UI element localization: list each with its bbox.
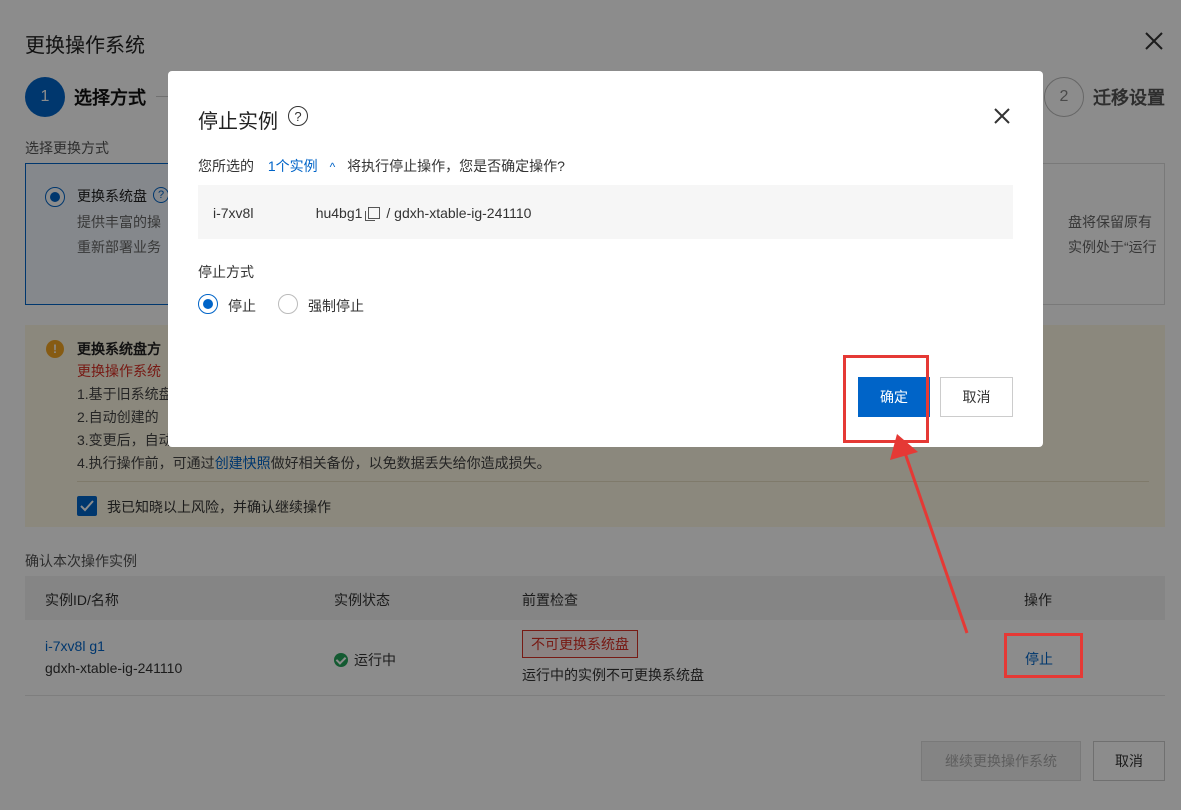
message-pre: 您所选的 bbox=[198, 158, 254, 174]
instance-info: i-7xv8l hu4bg1 / gdxh-xtable-ig-241110 bbox=[213, 205, 531, 221]
instance-count-toggle[interactable]: 1个实例 bbox=[268, 158, 318, 174]
force-stop-radio[interactable] bbox=[278, 294, 298, 314]
copy-icon[interactable] bbox=[365, 207, 381, 221]
help-icon[interactable]: ? bbox=[288, 106, 308, 126]
dialog-cancel-button[interactable]: 取消 bbox=[940, 377, 1013, 417]
message-post: 将执行停止操作，您是否确定操作? bbox=[347, 158, 565, 174]
chevron-up-icon[interactable]: ^ bbox=[330, 160, 336, 174]
dialog-title: 停止实例 bbox=[198, 111, 278, 133]
force-stop-radio-label[interactable]: 强制停止 bbox=[308, 296, 364, 316]
annotation-box bbox=[1004, 633, 1083, 678]
close-icon[interactable] bbox=[992, 106, 1012, 126]
annotation-box bbox=[843, 355, 929, 443]
stop-mode-label: 停止方式 bbox=[198, 264, 254, 280]
instance-id: i-7xv8l hu4bg1 bbox=[213, 205, 363, 221]
dialog-message: 您所选的 1个实例 ^ 将执行停止操作，您是否确定操作? bbox=[198, 156, 565, 176]
instance-name: / gdxh-xtable-ig-241110 bbox=[386, 205, 532, 221]
stop-radio[interactable] bbox=[198, 294, 218, 314]
stop-radio-label[interactable]: 停止 bbox=[228, 296, 256, 316]
